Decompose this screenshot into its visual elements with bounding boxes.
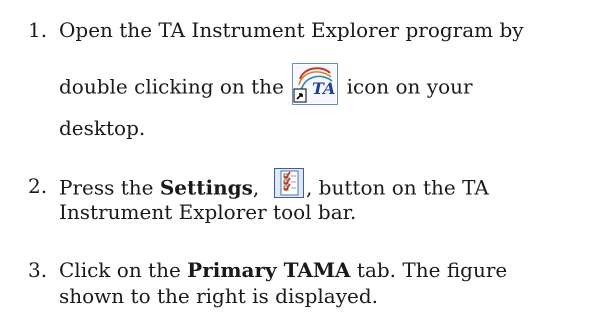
step-1-text-after-icon: icon on your bbox=[346, 74, 473, 99]
step-2-line-2: Instrument Explorer tool bar. bbox=[59, 200, 357, 224]
step-2-number: 2. bbox=[28, 174, 48, 198]
step-3-text-after: tab. The figure bbox=[356, 258, 508, 282]
step-2-text-after: , button on the TA bbox=[305, 175, 489, 200]
step-1-number: 1. bbox=[28, 18, 48, 42]
step-1-line-1: Open the TA Instrument Explorer program … bbox=[59, 18, 524, 42]
instruction-document: 1. Open the TA Instrument Explorer progr… bbox=[0, 0, 612, 335]
step-3-number: 3. bbox=[28, 258, 48, 282]
step-1-line-3: desktop. bbox=[59, 116, 146, 140]
step-3-line-1: Click on the Primary TAMA tab. The figur… bbox=[59, 258, 507, 282]
step-2-comma: , bbox=[252, 175, 266, 200]
settings-checklist-icon bbox=[273, 168, 304, 198]
ta-instrument-explorer-icon: TA bbox=[292, 63, 339, 105]
step-3-line-2: shown to the right is displayed. bbox=[59, 284, 379, 308]
step-3-text-before: Click on the bbox=[59, 258, 181, 282]
step-2-text-before: Press the bbox=[59, 175, 154, 200]
settings-label: Settings bbox=[159, 175, 253, 200]
step-1-line-2: double clicking on the TA icon on your bbox=[59, 63, 473, 109]
primary-tama-label: Primary TAMA bbox=[187, 258, 351, 282]
step-1-text-before-icon: double clicking on the bbox=[59, 74, 284, 99]
svg-text:TA: TA bbox=[312, 79, 335, 98]
